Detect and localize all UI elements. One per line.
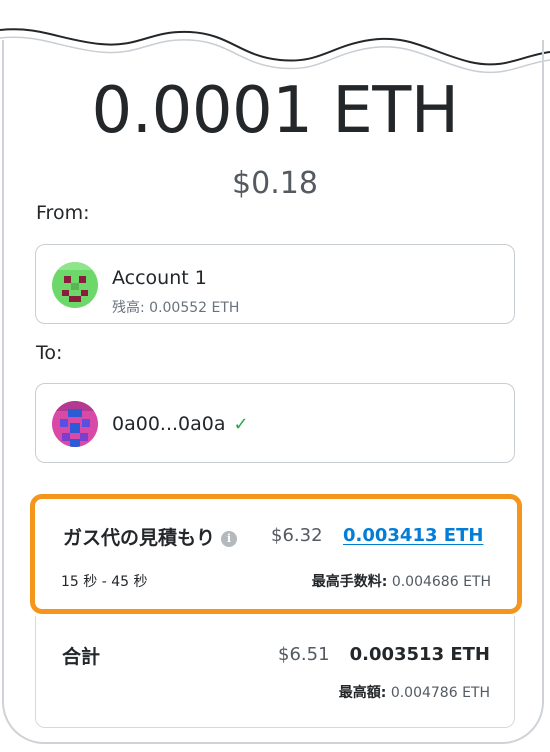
gas-fiat: $6.32 [271, 525, 323, 546]
green-identicon-icon [52, 262, 98, 308]
to-address: 0a00...0a0a [112, 413, 226, 435]
total-eth: 0.003513 ETH [349, 644, 490, 665]
max-fee-label: 最高手数料: [311, 574, 388, 590]
checkmark-icon: ✓ [233, 414, 249, 435]
total-max-amount: 最高額: 0.004786 ETH [339, 682, 490, 702]
to-label: To: [36, 342, 63, 364]
from-account-name: Account 1 [112, 267, 207, 289]
from-account-balance: 残高: 0.00552 ETH [112, 297, 239, 317]
total-label: 合計 [62, 646, 101, 668]
gas-max-fee: 最高手数料: 0.004686 ETH [312, 571, 491, 591]
from-label: From: [36, 202, 90, 224]
max-fee-value: 0.004686 ETH [391, 574, 491, 590]
pink-blue-identicon-icon [52, 401, 98, 447]
send-amount: 0.0001 ETH [91, 74, 459, 148]
send-amount-fiat: $0.18 [232, 166, 318, 201]
gas-title: ガス代の見積もり [63, 527, 216, 549]
max-amount-value: 0.004786 ETH [390, 685, 490, 701]
gas-estimate-panel: ガス代の見積もり i $6.32 0.003413 ETH 15 秒 - 45 秒… [30, 494, 522, 614]
info-icon[interactable]: i [221, 531, 238, 547]
from-account-card[interactable]: Account 1 残高: 0.00552 ETH [35, 244, 515, 324]
balance-value: 0.00552 ETH [149, 300, 240, 316]
to-address-row: 0a00...0a0a ✓ [112, 413, 249, 435]
to-account-card[interactable]: 0a00...0a0a ✓ [35, 383, 515, 463]
gas-title-row: ガス代の見積もり i [63, 523, 238, 550]
max-amount-label: 最高額: [338, 685, 387, 701]
total-fiat: $6.51 [278, 644, 330, 665]
gas-time-estimate: 15 秒 - 45 秒 [61, 574, 148, 590]
total-panel: 合計 $6.51 0.003513 ETH 最高額: 0.004786 ETH [35, 616, 515, 728]
balance-label: 残高: [112, 300, 145, 316]
gas-eth-link[interactable]: 0.003413 ETH [343, 525, 483, 546]
